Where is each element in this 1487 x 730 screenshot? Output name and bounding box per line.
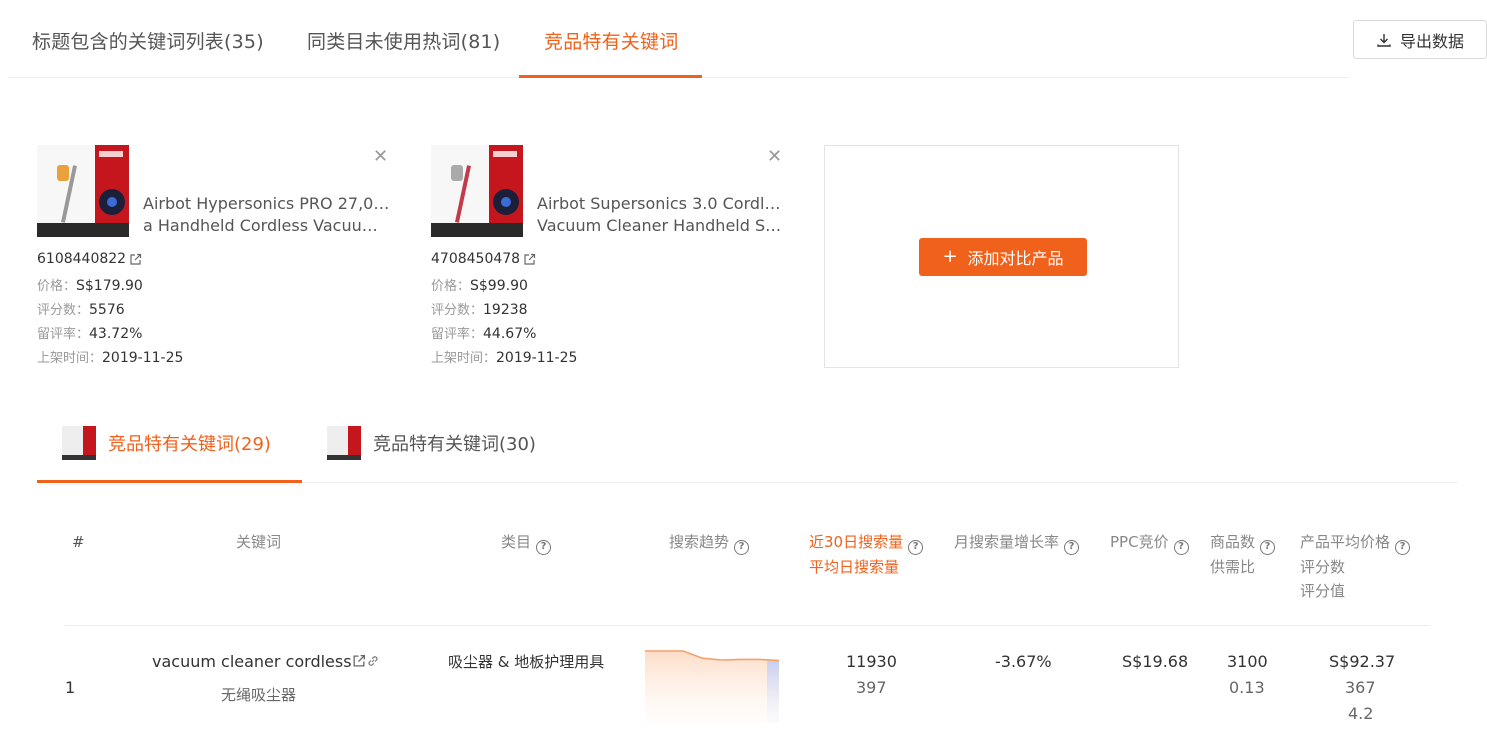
help-icon[interactable]: ? [1173,539,1189,555]
col-avg-price[interactable]: 产品平均价格? 评分数 评分值 [1300,530,1411,603]
category-text: 吸尘器 & 地板护理用具 [448,653,605,671]
table-header: # 关键词 类目? 搜索趋势? 近30日搜索量? 平均日搜索量 月搜索量增长率? … [65,520,1430,626]
ppc-bid-value: S$19.68 [1122,652,1189,671]
help-icon[interactable]: ? [1064,539,1080,555]
product-thumbnail [62,426,96,460]
col-ppc-bid[interactable]: PPC竞价? [1110,530,1189,555]
product-card: ✕ Airbot Supersonics 3.0 Cordless Vacuum… [431,145,791,375]
col-product-count[interactable]: 商品数? 供需比 [1210,530,1276,579]
col-monthly-growth[interactable]: 月搜索量增长率? [954,530,1080,555]
help-icon[interactable]: ? [1260,539,1276,555]
external-link-icon [130,253,142,265]
product-thumbnail [327,426,361,460]
col-index: # [72,533,85,551]
table-row: 1 vacuum cleaner cordless 无绳吸尘器 吸尘器 & 地板… [65,627,1430,730]
product-title[interactable]: Airbot Hypersonics PRO 27,000P a Handhel… [143,193,391,237]
col-search-volume[interactable]: 近30日搜索量? 平均日搜索量 [809,530,924,579]
supply-demand-ratio: 0.13 [1229,678,1265,697]
download-icon [1377,33,1391,47]
copy-link-icon[interactable] [366,654,380,668]
top-tab-bar: 标题包含的关键词列表(35) 同类目未使用热词(81) 竞品特有关键词 [8,0,1348,78]
trend-highlight [767,659,779,723]
remove-product-icon[interactable]: ✕ [767,148,782,166]
col-keyword: 关键词 [236,533,282,551]
keyword-link[interactable]: vacuum cleaner cordless [152,649,380,675]
sub-tab-product-2[interactable]: 竞品特有关键词(30) [327,426,536,460]
external-link-icon[interactable] [352,654,366,668]
monthly-growth-rate: -3.67% [995,652,1052,671]
tab-competitor-keywords[interactable]: 竞品特有关键词 [544,27,678,54]
help-icon[interactable]: ? [536,539,552,555]
competitor-sub-tabs: 竞品特有关键词(29) 竞品特有关键词(30) [37,405,1457,483]
search-trend-chart[interactable] [645,647,780,727]
avg-product-price: S$92.37 [1329,652,1396,671]
product-listed-date: 上架时间：2019-11-25 [37,350,184,366]
add-product-panel: + 添加对比产品 [824,145,1179,368]
search-volume-30d: 11930 [846,652,897,671]
help-icon[interactable]: ? [1395,539,1411,555]
sub-tab-product-1[interactable]: 竞品特有关键词(29) [62,426,271,460]
product-id-link[interactable]: 6108440822 [37,251,142,267]
remove-product-icon[interactable]: ✕ [373,148,388,166]
add-compare-product-label: 添加对比产品 [967,249,1064,268]
product-image[interactable] [37,145,129,237]
product-card: ✕ Airbot Hypersonics PRO 27,000P a Handh… [37,145,397,375]
help-icon[interactable]: ? [734,539,750,555]
col-search-trend: 搜索趋势? [669,530,750,555]
product-count: 3100 [1227,652,1268,671]
plus-icon: + [942,246,958,267]
product-price: 价格：S$179.90 [37,278,143,294]
export-data-label: 导出数据 [1399,31,1464,51]
help-icon[interactable]: ? [908,539,924,555]
tab-unused-hot-words[interactable]: 同类目未使用热词(81) [307,27,500,54]
product-ratings: 评分数：5576 [37,302,125,318]
active-tab-indicator [519,75,702,78]
product-id-link[interactable]: 4708450478 [431,251,536,267]
external-link-icon [524,253,536,265]
product-image[interactable] [431,145,523,237]
product-review-rate: 留评率：44.67% [431,326,537,342]
product-title[interactable]: Airbot Supersonics 3.0 Cordless Vacuum C… [537,193,785,237]
add-compare-product-button[interactable]: + 添加对比产品 [919,238,1087,276]
avg-daily-search: 397 [856,678,887,697]
keyword-translation: 无绳吸尘器 [221,686,297,704]
tab-title-keywords[interactable]: 标题包含的关键词列表(35) [32,27,264,54]
product-review-rate: 留评率：43.72% [37,326,143,342]
row-index: 1 [65,678,76,697]
product-ratings: 评分数：19238 [431,302,528,318]
col-category: 类目? [501,530,552,555]
avg-rating-count: 367 [1345,678,1376,697]
export-data-button[interactable]: 导出数据 [1353,20,1487,59]
trend-area [645,651,779,723]
product-listed-date: 上架时间：2019-11-25 [431,350,578,366]
product-price: 价格：S$99.90 [431,278,528,294]
active-sub-tab-indicator [37,480,302,483]
avg-rating-value: 4.2 [1348,704,1374,723]
